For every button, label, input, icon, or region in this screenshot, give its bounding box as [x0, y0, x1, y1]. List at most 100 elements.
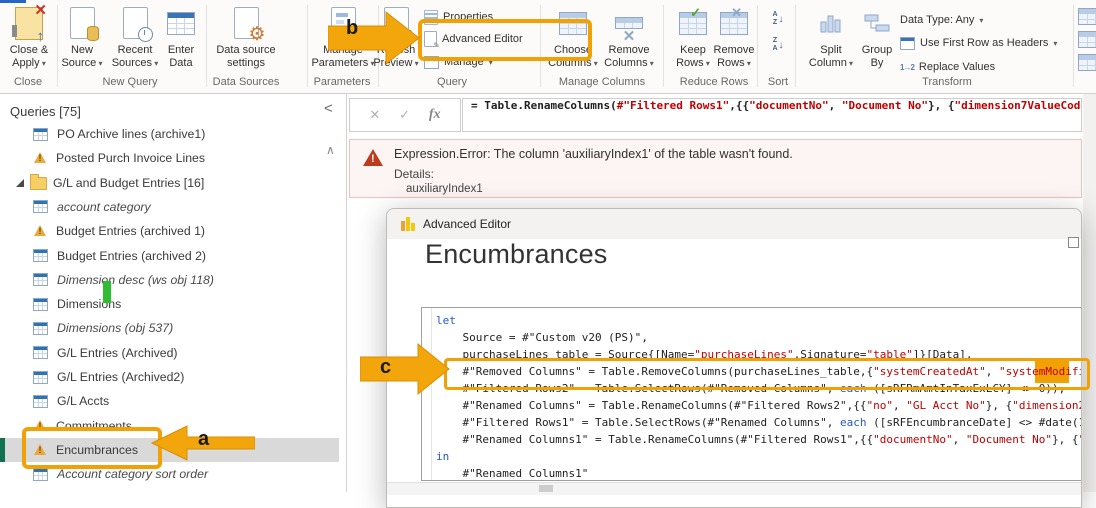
split-column-button[interactable]: Split Column: [804, 3, 858, 75]
display-options-icon[interactable]: [1068, 237, 1079, 248]
choose-columns-label: Choose Columns: [548, 44, 598, 69]
collapse-pane-icon[interactable]: <: [324, 100, 333, 117]
dialog-titlebar[interactable]: Advanced Editor: [387, 209, 1081, 239]
keep-rows-button[interactable]: ✓ Keep Rows: [671, 3, 715, 75]
sort-down-arrow-icon: ↓: [778, 39, 784, 51]
manage-button[interactable]: Manage: [424, 52, 493, 72]
data-type-button[interactable]: Data Type: Any: [900, 10, 983, 30]
annotation-letter-b: b: [346, 17, 359, 39]
remove-rows-label: Remove Rows: [714, 44, 755, 69]
query-item-label: Dimension desc (ws obj 118): [57, 272, 214, 287]
group-by-button[interactable]: Group By: [856, 3, 898, 75]
query-item-account-category[interactable]: account category: [0, 195, 339, 219]
close-apply-button[interactable]: ✕ ↑ Close & Apply: [2, 2, 56, 75]
query-item-posted-purch-invoice-lines[interactable]: Posted Purch Invoice Lines: [0, 146, 339, 170]
query-item-g-l-entries-archived[interactable]: G/L Entries (Archived): [0, 341, 339, 365]
use-first-row-as-headers-button[interactable]: Use First Row as Headers: [900, 33, 1057, 53]
query-item-label: G/L Entries (Archived): [57, 345, 178, 360]
query-item-label: Dimensions (obj 537): [57, 321, 174, 336]
query-item-po-archive-lines-archive1[interactable]: PO Archive lines (archive1): [0, 122, 339, 146]
table-icon: [33, 346, 48, 360]
group-divider: [795, 5, 796, 87]
warning-icon: [33, 152, 47, 164]
choose-columns-button[interactable]: Choose Columns: [546, 3, 600, 75]
remove-columns-button[interactable]: ✕ Remove Columns: [600, 3, 658, 75]
commit-formula-icon[interactable]: ✓: [399, 107, 410, 123]
keep-rows-label: Keep Rows: [676, 44, 710, 69]
queries-pane-title: Queries [75]: [10, 104, 81, 119]
data-source-settings-icon: ⚙: [233, 3, 266, 45]
table-icon: [33, 321, 48, 335]
remove-rows-icon: ✕: [720, 3, 748, 43]
expanded-arrow-icon[interactable]: [16, 178, 24, 187]
split-column-label: Split Column: [809, 44, 853, 69]
manage-label: Manage: [444, 56, 484, 68]
use-first-row-label: Use First Row as Headers: [920, 37, 1049, 49]
formula-input[interactable]: = Table.RenameColumns(#"Filtered Rows1",…: [462, 98, 1082, 132]
formula-expression: = Table.RenameColumns(#"Filtered Rows1",…: [471, 99, 1082, 112]
query-item-g-l-and-budget-entries-16[interactable]: G/L and Budget Entries [16]: [0, 171, 339, 195]
table-icon: [33, 273, 48, 287]
sort-ascending-button[interactable]: A Z ↓: [766, 8, 790, 30]
manage-icon: [424, 55, 439, 69]
query-item-g-l-entries-archived2[interactable]: G/L Entries (Archived2): [0, 365, 339, 389]
group-divider: [757, 5, 758, 87]
query-item-label: account category: [57, 199, 151, 214]
group-label-data-sources: Data Sources: [212, 76, 280, 88]
annotation-arrow-b: [328, 10, 420, 66]
new-source-button[interactable]: New Source: [58, 3, 106, 75]
query-item-label: G/L Accts: [57, 394, 110, 409]
advanced-editor-button[interactable]: Advanced Editor: [424, 29, 523, 50]
merge-queries-icon[interactable]: [1078, 8, 1096, 25]
query-item-label: Account category sort order: [57, 467, 209, 482]
recent-sources-label: Recent Sources: [112, 44, 159, 69]
combine-files-icon[interactable]: [1078, 54, 1096, 71]
table-headers-icon: [900, 36, 915, 50]
append-queries-icon[interactable]: [1078, 31, 1096, 48]
query-item-label: Budget Entries (archived 2): [57, 248, 207, 263]
data-source-settings-label: Data source settings: [216, 44, 276, 69]
group-label-close: Close: [13, 76, 43, 88]
query-item-dimensions[interactable]: Dimensions: [0, 292, 339, 316]
group-divider: [540, 5, 541, 87]
error-message: Expression.Error: The column 'auxiliaryI…: [394, 147, 793, 161]
group-divider: [1073, 5, 1074, 87]
query-item-label: Budget Entries (archived 1): [56, 224, 206, 239]
background-strip: [1083, 94, 1096, 492]
query-item-budget-entries-archived-2[interactable]: Budget Entries (archived 2): [0, 244, 339, 268]
query-item-g-l-accts[interactable]: G/L Accts: [0, 389, 339, 413]
table-icon: [33, 467, 48, 481]
error-warning-icon: [363, 149, 383, 166]
data-source-settings-button[interactable]: ⚙ Data source settings: [209, 3, 283, 75]
sort-descending-button[interactable]: Z A ↓: [766, 34, 790, 56]
group-label-manage-columns: Manage Columns: [558, 76, 646, 88]
properties-button[interactable]: Properties: [424, 7, 493, 27]
sort-az-icon: A Z: [772, 11, 778, 26]
annotation-arrow-c: [360, 342, 450, 396]
query-item-dimensions-obj-537[interactable]: Dimensions (obj 537): [0, 316, 339, 340]
cancel-formula-icon[interactable]: ✕: [369, 107, 380, 123]
group-label-parameters: Parameters: [313, 76, 371, 88]
warning-icon: [33, 443, 47, 456]
query-item-account-category-sort-order[interactable]: Account category sort order: [0, 462, 339, 486]
remove-rows-button[interactable]: ✕ Remove Rows: [710, 3, 758, 75]
split-column-icon: [820, 3, 842, 43]
error-details-label: Details:: [394, 167, 435, 181]
query-item-budget-entries-archived-1[interactable]: Budget Entries (archived 1): [0, 219, 339, 243]
query-item-dimension-desc-ws-obj-118[interactable]: Dimension desc (ws obj 118): [0, 268, 339, 292]
recent-sources-button[interactable]: Recent Sources: [108, 3, 162, 75]
keep-rows-icon: ✓: [679, 3, 707, 43]
query-item-label: G/L Entries (Archived2): [57, 370, 185, 384]
group-label-reduce-rows: Reduce Rows: [679, 76, 749, 88]
replace-values-button[interactable]: 1→2 Replace Values: [900, 57, 995, 77]
annotation-letter-c: c: [380, 356, 392, 378]
formula-bar-controls: ✕ ✓ fx: [349, 98, 461, 132]
scrollbar-thumb[interactable]: [539, 485, 553, 492]
advanced-editor-label: Advanced Editor: [442, 33, 523, 45]
dialog-title: Advanced Editor: [423, 217, 512, 231]
code-editor[interactable]: let Source = #"Custom v20 (PS)", purchas…: [421, 307, 1081, 481]
enter-data-button[interactable]: Enter Data: [160, 3, 202, 75]
warning-icon: [33, 419, 47, 432]
replace-values-icon: 1→2: [900, 62, 915, 72]
horizontal-scrollbar[interactable]: [387, 482, 1081, 495]
